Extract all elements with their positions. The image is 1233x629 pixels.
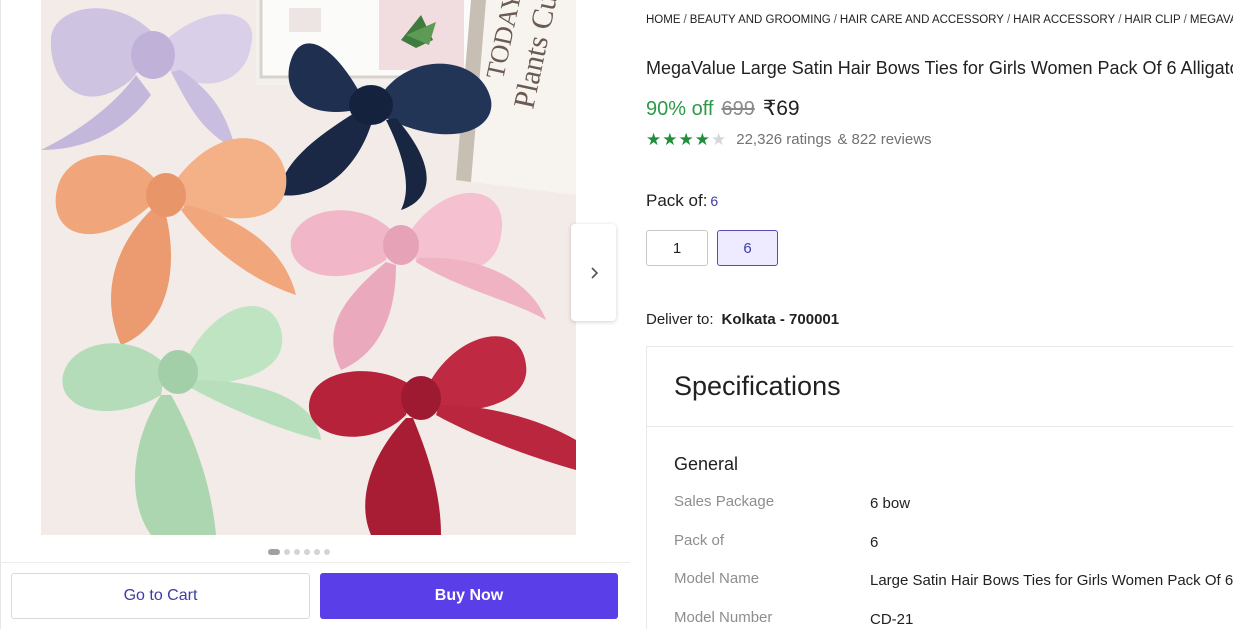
specifications-title: Specifications — [674, 371, 841, 401]
star-icon: ★ — [646, 130, 662, 149]
discount-label: 90% off — [646, 98, 714, 120]
product-details: HOME / BEAUTY AND GROOMING / HAIR CARE AND A… — [646, 0, 1233, 629]
delivery-info[interactable]: Deliver to: Kolkata - 700001 — [646, 311, 839, 328]
spec-value: CD-21 — [870, 611, 914, 628]
carousel-dots — [268, 548, 330, 556]
reviews-count[interactable]: & 822 reviews — [837, 131, 931, 148]
pack-of-label: Pack of: 6 — [646, 191, 718, 211]
pack-option-6[interactable]: 6 — [717, 230, 778, 266]
go-to-cart-button[interactable]: Go to Cart — [11, 573, 310, 619]
star-icon: ★ — [678, 130, 694, 149]
action-bar: Go to Cart Buy Now — [0, 562, 630, 629]
specifications-header: Specifications — [647, 347, 1233, 427]
spec-key: Pack of — [674, 532, 725, 549]
carousel-dot[interactable] — [314, 549, 320, 555]
spec-key: Sales Package — [674, 493, 775, 510]
spec-key: Model Number — [674, 609, 773, 626]
selling-price: ₹69 — [762, 97, 800, 120]
deliver-label: Deliver to: — [646, 311, 714, 328]
product-image[interactable]: TODAY Plants Cu — [41, 0, 576, 535]
carousel-dot[interactable] — [268, 549, 280, 555]
chevron-right-icon — [590, 266, 598, 279]
buy-now-button[interactable]: Buy Now — [320, 573, 618, 619]
divider — [0, 0, 1, 629]
price-row: 90% off 699 ₹69 — [646, 96, 800, 121]
breadcrumb: HOME / BEAUTY AND GROOMING / HAIR CARE AND A… — [646, 14, 1233, 26]
breadcrumb-item[interactable]: MEGAVALUE — [1190, 14, 1233, 26]
spec-value: 6 — [870, 534, 879, 551]
rating-summary: ★ ★ ★ ★ ★ 22,326 ratings & 822 reviews — [646, 131, 932, 148]
breadcrumb-item[interactable]: HAIR CARE AND ACCESSORY — [840, 14, 1004, 26]
product-title: MegaValue Large Satin Hair Bows Ties for… — [646, 58, 1233, 78]
product-gallery: TODAY Plants Cu Go to Cart Buy Now — [0, 0, 630, 629]
breadcrumb-item[interactable]: HAIR CLIP — [1124, 14, 1180, 26]
spec-key: Model Name — [674, 570, 760, 587]
breadcrumb-item[interactable]: BEAUTY AND GROOMING — [690, 14, 831, 26]
spec-value: 6 bow — [870, 495, 911, 512]
carousel-dot[interactable] — [304, 549, 310, 555]
carousel-dot[interactable] — [294, 549, 300, 555]
specifications-panel: Specifications General Sales Package 6 b… — [646, 346, 1233, 629]
carousel-dot[interactable] — [284, 549, 290, 555]
ratings-count[interactable]: 22,326 ratings — [736, 131, 831, 148]
star-icon: ★ — [711, 130, 727, 149]
pack-option-1[interactable]: 1 — [646, 230, 708, 266]
pack-of-heading: Pack of: — [646, 191, 708, 210]
breadcrumb-item[interactable]: HOME — [646, 14, 681, 26]
rating-stars: ★ ★ ★ ★ ★ — [646, 131, 726, 148]
original-price: 699 — [721, 98, 755, 120]
next-image-button[interactable] — [571, 224, 616, 321]
carousel-dot[interactable] — [324, 549, 330, 555]
star-icon: ★ — [694, 130, 710, 149]
spec-section-title: General — [674, 454, 739, 474]
star-icon: ★ — [662, 130, 678, 149]
pack-of-selected: 6 — [710, 193, 719, 209]
spec-value: Large Satin Hair Bows Ties for Girls Wom… — [870, 572, 1233, 589]
breadcrumb-item[interactable]: HAIR ACCESSORY — [1013, 14, 1115, 26]
delivery-location: Kolkata - 700001 — [721, 311, 840, 328]
